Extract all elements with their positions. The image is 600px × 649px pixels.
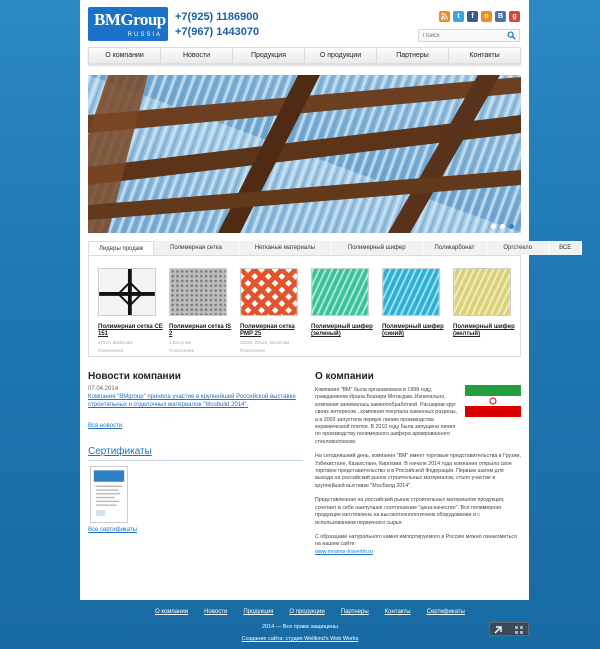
- vk-icon[interactable]: В: [495, 11, 506, 22]
- footer-nav: О компании Новости Продукция О продукции…: [155, 609, 465, 615]
- all-news-link[interactable]: Вся новости: [88, 423, 303, 429]
- about-title: О компании: [315, 371, 374, 382]
- product-tabs: Лидеры продаж Полимерная сетка Нетканые …: [88, 241, 583, 256]
- product-name[interactable]: Полимерная сетка CE 151: [98, 324, 164, 338]
- main-nav: О компании Новости Продукция О продукции…: [88, 47, 521, 64]
- product-card[interactable]: Полимерная сетка CE 151 27х27, 50х50 мм …: [98, 268, 164, 353]
- page-container: BMGroup RUSSIA +7(925) 1186900 +7(967) 1…: [80, 0, 583, 600]
- product-image: [169, 268, 227, 316]
- rss-icon[interactable]: [439, 11, 450, 22]
- news-item-link[interactable]: Компания "BMgroup" приняла участие в кру…: [88, 393, 303, 409]
- logo-main-text: BMGroup: [94, 10, 166, 29]
- logo-sub-text: RUSSIA: [127, 32, 162, 38]
- credit: Создание сайта: студия Wellkind's Web Wo…: [0, 636, 600, 642]
- product-spec: 1,5х1,5 мм: [169, 340, 192, 345]
- social-icons: t f о В g: [439, 11, 520, 22]
- certificates-section: Сертификаты Все сертификаты: [88, 446, 303, 533]
- about-paragraph-4: С образцами натурального камня импортиру…: [315, 533, 517, 548]
- about-text-block: Компания "ВМ" была организована в 1998 г…: [315, 387, 459, 446]
- nav-item-partners[interactable]: Партнеры: [377, 48, 449, 63]
- slider-dot-3[interactable]: [509, 224, 514, 229]
- news-section: Новости компании 07.04.2014 Компания "BM…: [88, 371, 303, 429]
- googleplus-icon[interactable]: g: [509, 11, 520, 22]
- news-title: Новости компании: [88, 371, 181, 382]
- product-card[interactable]: Полимерный шифер (желтый): [453, 268, 519, 338]
- product-name[interactable]: Полимерный шифер (желтый): [453, 324, 519, 338]
- product-card[interactable]: Полимерная сетка IS 2 1,5х1,5 мм Полиэти…: [169, 268, 235, 353]
- phone-numbers: +7(925) 1186900 +7(967) 1443070: [175, 10, 259, 40]
- product-card[interactable]: Полимерный шифер (синий): [382, 268, 448, 338]
- footer-link-news[interactable]: Новости: [204, 609, 227, 615]
- tab-plexiglass[interactable]: Оргстекло: [487, 241, 550, 255]
- product-material: Полиэтилен: [240, 347, 266, 353]
- product-card[interactable]: Полимерная сетка PMP 25 20х25, 20х25, 40…: [240, 268, 306, 353]
- grid-menu-icon[interactable]: [514, 625, 524, 635]
- footer-link-about-products[interactable]: О продукции: [289, 609, 324, 615]
- logo[interactable]: BMGroup RUSSIA: [88, 7, 168, 41]
- about-paragraph-1: Компания "ВМ" была организована в 1998 г…: [315, 387, 458, 445]
- hero-slider[interactable]: [88, 75, 521, 233]
- about-section: О компании Компания "ВМ" была организова…: [315, 371, 521, 555]
- product-image: [382, 268, 440, 316]
- product-name[interactable]: Полимерный шифер (синий): [382, 324, 448, 338]
- product-image: [98, 268, 156, 316]
- certificate-thumbnail[interactable]: [90, 466, 128, 523]
- scroll-up-arrow-icon[interactable]: [493, 625, 503, 635]
- slider-image: [88, 75, 521, 233]
- footer-link-about[interactable]: О компании: [155, 609, 188, 615]
- search-box: [418, 29, 520, 42]
- product-grid: Полимерная сетка CE 151 27х27, 50х50 мм …: [88, 256, 521, 357]
- tab-nonwoven[interactable]: Нетканые материалы: [238, 241, 332, 255]
- certificates-title[interactable]: Сертификаты: [88, 446, 303, 457]
- facebook-icon[interactable]: f: [467, 11, 478, 22]
- product-material: Полиэтилен: [98, 347, 124, 353]
- product-card[interactable]: Полимерный шифер (зеленый): [311, 268, 377, 338]
- marble-site-link[interactable]: www.mramor-travertin.ru: [315, 549, 373, 555]
- product-name[interactable]: Полимерная сетка IS 2: [169, 324, 235, 338]
- about-paragraph-2: На сегодняшний день, компания "ВМ" имеет…: [315, 453, 521, 489]
- tab-bestsellers[interactable]: Лидеры продаж: [88, 241, 155, 255]
- news-date: 07.04.2014: [88, 386, 119, 392]
- nav-item-news[interactable]: Новости: [161, 48, 233, 63]
- phone-1: +7(925) 1186900: [175, 11, 259, 23]
- scroll-widget: [489, 622, 529, 636]
- nav-item-about[interactable]: О компании: [89, 48, 161, 63]
- phone-2: +7(967) 1443070: [175, 26, 260, 38]
- footer-link-certificates[interactable]: Сертификаты: [427, 609, 465, 615]
- search-icon[interactable]: [507, 31, 516, 40]
- slider-dot-2[interactable]: [500, 224, 505, 229]
- product-image: [240, 268, 298, 316]
- nav-item-contacts[interactable]: Контакты: [449, 48, 520, 63]
- tab-polycarbonate[interactable]: Поликарбонат: [422, 241, 488, 255]
- product-image: [453, 268, 511, 316]
- about-paragraph-3: Представленная на российский рынок строи…: [315, 497, 505, 526]
- product-name[interactable]: Полимерная сетка PMP 25: [240, 324, 306, 338]
- footer-link-partners[interactable]: Партнеры: [341, 609, 369, 615]
- tab-polymer-mesh[interactable]: Полимерная сетка: [154, 241, 239, 255]
- product-material: Полиэтилен: [169, 347, 195, 353]
- product-image: [311, 268, 369, 316]
- product-name[interactable]: Полимерный шифер (зеленый): [311, 324, 377, 338]
- search-input[interactable]: [419, 30, 501, 41]
- slider-dots: [491, 224, 514, 229]
- nav-item-products[interactable]: Продукция: [233, 48, 305, 63]
- iran-flag-image: [465, 385, 521, 417]
- tab-polymer-slate[interactable]: Полимерный шифер: [331, 241, 423, 255]
- nav-item-about-products[interactable]: О продукции: [305, 48, 377, 63]
- slider-dot-1[interactable]: [491, 224, 496, 229]
- product-spec: 20х25, 20х25, 40х48 мм: [240, 340, 290, 345]
- tab-all[interactable]: ВСЕ: [549, 241, 583, 255]
- divider: [88, 460, 303, 461]
- twitter-icon[interactable]: t: [453, 11, 464, 22]
- footer-link-products[interactable]: Продукция: [243, 609, 273, 615]
- developer-credit-link[interactable]: Создание сайта: студия Wellkind's Web Wo…: [242, 636, 359, 642]
- footer-link-contacts[interactable]: Контакты: [385, 609, 411, 615]
- odnoklassniki-icon[interactable]: о: [481, 11, 492, 22]
- product-spec: 27х27, 50х50 мм: [98, 340, 133, 345]
- all-certificates-link[interactable]: Все сертификаты: [88, 527, 137, 533]
